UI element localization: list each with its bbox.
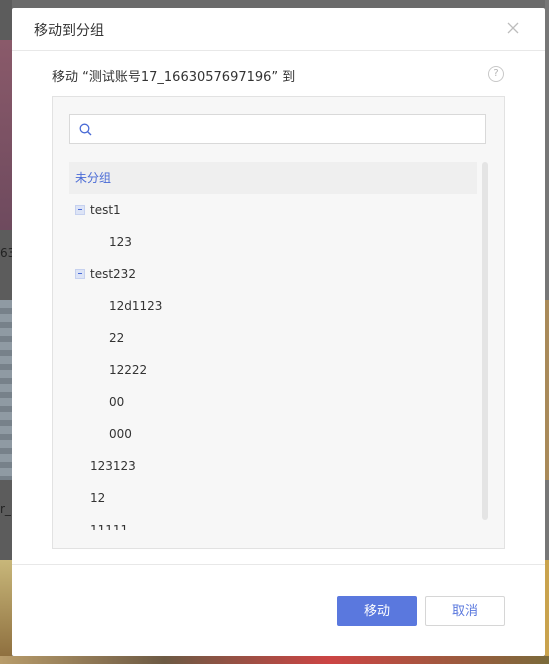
move-description: 移动 “测试账号17_1663057697196” 到 xyxy=(52,70,296,85)
tree-item-22[interactable]: 22 xyxy=(69,322,477,354)
tree-item-label: 12 xyxy=(90,491,106,505)
tree-item-000[interactable]: 000 xyxy=(69,418,477,450)
tree-item-test232[interactable]: test232 xyxy=(69,258,477,290)
tree-item-label: 00 xyxy=(109,395,125,409)
tree-item-00[interactable]: 00 xyxy=(69,386,477,418)
tree-item-12d1123[interactable]: 12d1123 xyxy=(69,290,477,322)
tree-item-label: 000 xyxy=(109,427,132,441)
tree-item-123123[interactable]: 123123 xyxy=(69,450,477,482)
tree-item-12[interactable]: 12 xyxy=(69,482,477,514)
background-thumbnail xyxy=(545,300,549,480)
background-left-strip: 63 r_ xyxy=(0,0,15,664)
close-icon xyxy=(507,22,519,34)
group-selector-panel: 未分组 test1 123 test232 12d1123 22 12222 0… xyxy=(52,96,505,549)
tree-scrollbar[interactable] xyxy=(482,162,488,520)
background-thumbnail xyxy=(0,300,12,480)
help-icon[interactable]: ? xyxy=(488,66,504,82)
search-box[interactable] xyxy=(69,114,486,144)
tree-item-11111[interactable]: 11111 xyxy=(69,514,477,530)
background-bottom-strip xyxy=(0,656,549,664)
tree-item-12222[interactable]: 12222 xyxy=(69,354,477,386)
collapse-toggle-icon[interactable] xyxy=(75,269,85,279)
move-to-group-dialog: 移动到分组 移动 “测试账号17_1663057697196” 到 ? 未分组 … xyxy=(12,8,545,656)
tree-item-label: 未分组 xyxy=(75,171,112,185)
background-text: r_ xyxy=(0,502,11,516)
background-right-strip xyxy=(545,0,549,664)
background-thumbnail xyxy=(545,560,549,664)
background-thumbnail xyxy=(0,40,12,230)
tree-item-123[interactable]: 123 xyxy=(69,226,477,258)
tree-item-label: test1 xyxy=(90,203,121,217)
tree-item-label: 12222 xyxy=(109,363,148,377)
tree-item-label: 11111 xyxy=(90,523,129,530)
group-tree: 未分组 test1 123 test232 12d1123 22 12222 0… xyxy=(69,162,477,530)
tree-item-label: 123 xyxy=(109,235,132,249)
background-thumbnail xyxy=(0,560,12,664)
dialog-title: 移动到分组 xyxy=(34,23,104,39)
footer-divider xyxy=(12,564,545,565)
search-input[interactable] xyxy=(98,119,482,141)
collapse-toggle-icon[interactable] xyxy=(75,205,85,215)
tree-item-label: 123123 xyxy=(90,459,136,473)
dialog-header: 移动到分组 xyxy=(12,8,545,51)
move-button[interactable]: 移动 xyxy=(337,596,417,626)
tree-item-label: 12d1123 xyxy=(109,299,163,313)
tree-item-label: test232 xyxy=(90,267,136,281)
search-icon xyxy=(79,123,92,136)
tree-item-test1[interactable]: test1 xyxy=(69,194,477,226)
tree-item-label: 22 xyxy=(109,331,125,345)
tree-item-ungrouped[interactable]: 未分组 xyxy=(69,162,477,194)
cancel-button[interactable]: 取消 xyxy=(425,596,505,626)
close-button[interactable] xyxy=(505,20,521,36)
